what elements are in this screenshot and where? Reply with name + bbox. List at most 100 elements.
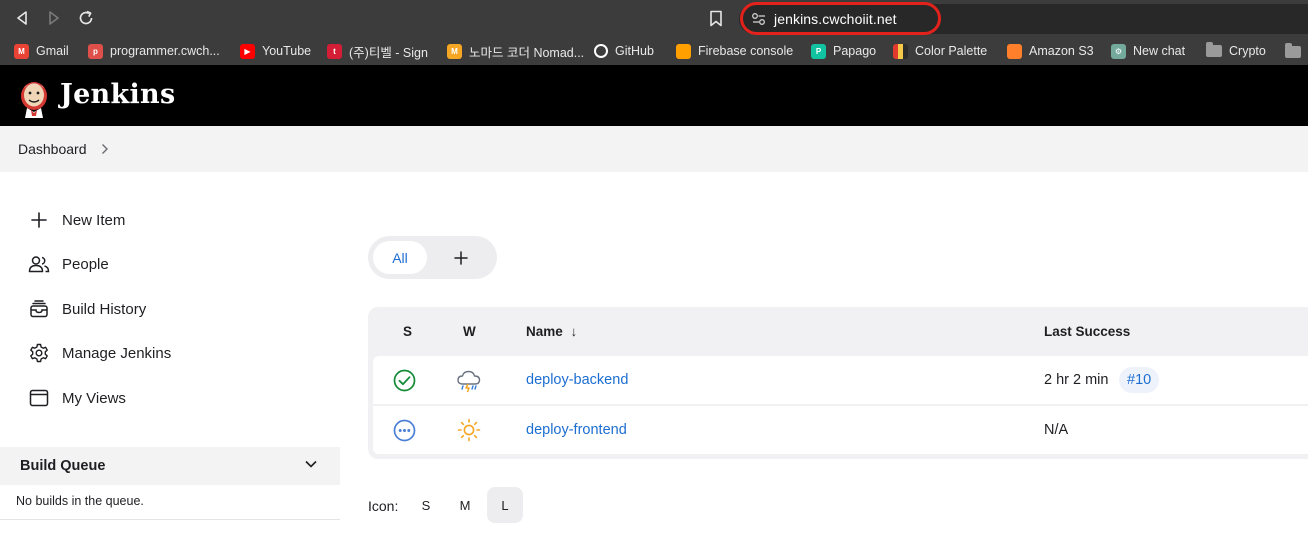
firebase-icon (676, 43, 691, 59)
last-success-value: 2 hr 2 min (1044, 372, 1109, 388)
bookmark-1[interactable]: p programmer.cwch... (88, 42, 220, 60)
favicon-icon: M (447, 43, 462, 59)
browser-toolbar: jenkins.cwchoiit.net (0, 0, 1308, 37)
bookmark-icon (710, 10, 722, 27)
bookmark-label: GitHub (615, 44, 654, 58)
job-link-deploy-backend[interactable]: deploy-backend (526, 372, 628, 388)
tab-all[interactable]: All (373, 241, 427, 274)
not-built-status-icon[interactable] (393, 419, 416, 442)
bookmark-4[interactable]: M 노마드 코더 Nomad... (447, 42, 584, 60)
palette-icon (893, 43, 908, 59)
bookmark-2[interactable]: ▶ YouTube (240, 42, 311, 60)
last-success-value: N/A (1044, 422, 1069, 438)
build-queue-empty-text: No builds in the queue. (16, 494, 144, 508)
plus-icon (28, 209, 50, 231)
reload-button[interactable] (77, 9, 95, 27)
bookmark-label: (주)티벨 - Sign (349, 45, 428, 60)
sort-arrow-icon: ↓ (570, 324, 578, 339)
jobs-table: S W Name ↓ Last Success deploy-backend 2… (368, 307, 1308, 459)
url-text[interactable]: jenkins.cwchoiit.net (774, 11, 897, 27)
gmail-icon: M (14, 43, 29, 59)
favicon-icon: t (327, 43, 342, 59)
jenkins-header: Jenkins (0, 65, 1308, 126)
bookmark-label: Amazon S3 (1029, 44, 1094, 58)
view-tabs: All (368, 236, 497, 279)
column-header-name[interactable]: Name ↓ (526, 324, 577, 339)
bookmark-6[interactable]: Firebase console (676, 42, 793, 60)
plus-icon (454, 251, 468, 265)
site-info-icon[interactable] (751, 12, 767, 26)
address-bar[interactable]: jenkins.cwchoiit.net (739, 4, 1308, 34)
sunny-weather-icon[interactable] (457, 418, 481, 442)
bookmark-label: Firebase console (698, 44, 794, 58)
bookmarks-bar: M Gmail p programmer.cwch... ▶ YouTube t (주)티벨 … (0, 37, 1308, 65)
sidebar-item-new-item[interactable]: New Item (28, 208, 125, 232)
github-icon (594, 44, 608, 58)
youtube-icon: ▶ (240, 43, 255, 59)
bookmark-8[interactable]: Color Palette (893, 42, 987, 60)
column-header-name-label: Name (526, 324, 563, 339)
papago-icon: P (811, 43, 826, 59)
bookmark-11[interactable]: Crypto (1206, 42, 1266, 60)
bookmark-label: Papago (833, 44, 877, 58)
bookmark-label: programmer.cwch... (110, 44, 220, 58)
chevron-right-icon[interactable] (101, 143, 109, 155)
icon-size-label: Icon: (368, 498, 399, 514)
chevron-down-icon[interactable] (304, 459, 318, 469)
jenkins-logo-icon[interactable] (17, 78, 51, 118)
column-header-weather[interactable]: W (463, 324, 476, 339)
people-icon (28, 253, 50, 275)
bookmark-5[interactable]: GitHub (594, 42, 654, 60)
jenkins-title[interactable]: Jenkins (60, 79, 175, 110)
table-row: deploy-backend 2 hr 2 min #10 (373, 356, 1308, 404)
sidebar-item-label: New Item (62, 211, 126, 229)
sidebar-item-label: Build History (62, 300, 147, 318)
sidebar-item-label: My Views (62, 389, 126, 407)
bookmark-label: YouTube (262, 44, 312, 58)
build-queue-header[interactable]: Build Queue (0, 447, 340, 485)
folder-icon[interactable] (1285, 43, 1301, 58)
breadcrumb: Dashboard (0, 126, 1308, 172)
build-queue-body: No builds in the queue. (0, 485, 340, 520)
sidebar-item-build-history[interactable]: Build History (28, 297, 146, 321)
build-queue-title: Build Queue (20, 458, 106, 474)
bookmark-10[interactable]: ⚙ New chat (1111, 42, 1185, 60)
sidebar-item-people[interactable]: People (28, 252, 109, 276)
folder-icon (1206, 42, 1222, 57)
bookmark-label: 노마드 코더 Nomad... (469, 45, 585, 60)
icon-size-s-button[interactable]: S (408, 487, 444, 523)
storm-weather-icon[interactable] (456, 368, 482, 394)
favicon-icon: p (88, 43, 103, 59)
chatgpt-icon: ⚙ (1111, 43, 1126, 59)
last-success-build-link[interactable]: #10 (1119, 367, 1160, 393)
bookmark-3[interactable]: t (주)티벨 - Sign (327, 42, 428, 60)
sidebar-item-label: Manage Jenkins (62, 344, 172, 362)
sidebar-item-my-views[interactable]: My Views (28, 386, 126, 410)
icon-size-m-button[interactable]: M (447, 487, 483, 523)
sidebar-item-manage-jenkins[interactable]: Manage Jenkins (28, 341, 171, 365)
new-view-button[interactable] (451, 248, 471, 268)
gear-icon (28, 342, 50, 364)
column-header-status[interactable]: S (403, 324, 412, 339)
breadcrumb-dashboard-link[interactable]: Dashboard (18, 141, 87, 157)
reload-icon (79, 10, 93, 25)
bookmark-9[interactable]: Amazon S3 (1007, 42, 1094, 60)
bookmark-0[interactable]: M Gmail (14, 42, 69, 60)
forward-arrow-icon (49, 11, 59, 25)
success-status-icon[interactable] (393, 369, 416, 392)
build-history-icon (28, 298, 50, 320)
job-link-deploy-frontend[interactable]: deploy-frontend (526, 422, 627, 438)
back-arrow-icon (17, 11, 27, 25)
forward-button[interactable] (45, 9, 63, 27)
bookmark-label: Crypto (1229, 44, 1266, 58)
s3-icon (1007, 43, 1022, 59)
back-button[interactable] (13, 9, 31, 27)
window-icon (28, 387, 50, 409)
table-row: deploy-frontend N/A (373, 406, 1308, 454)
bookmark-label: Color Palette (915, 44, 988, 58)
bookmark-label: New chat (1133, 44, 1186, 58)
bookmark-7[interactable]: P Papago (811, 42, 876, 60)
column-header-last-success[interactable]: Last Success (1044, 324, 1130, 339)
bookmark-star-button[interactable] (709, 10, 725, 28)
icon-size-l-button[interactable]: L (487, 487, 523, 523)
